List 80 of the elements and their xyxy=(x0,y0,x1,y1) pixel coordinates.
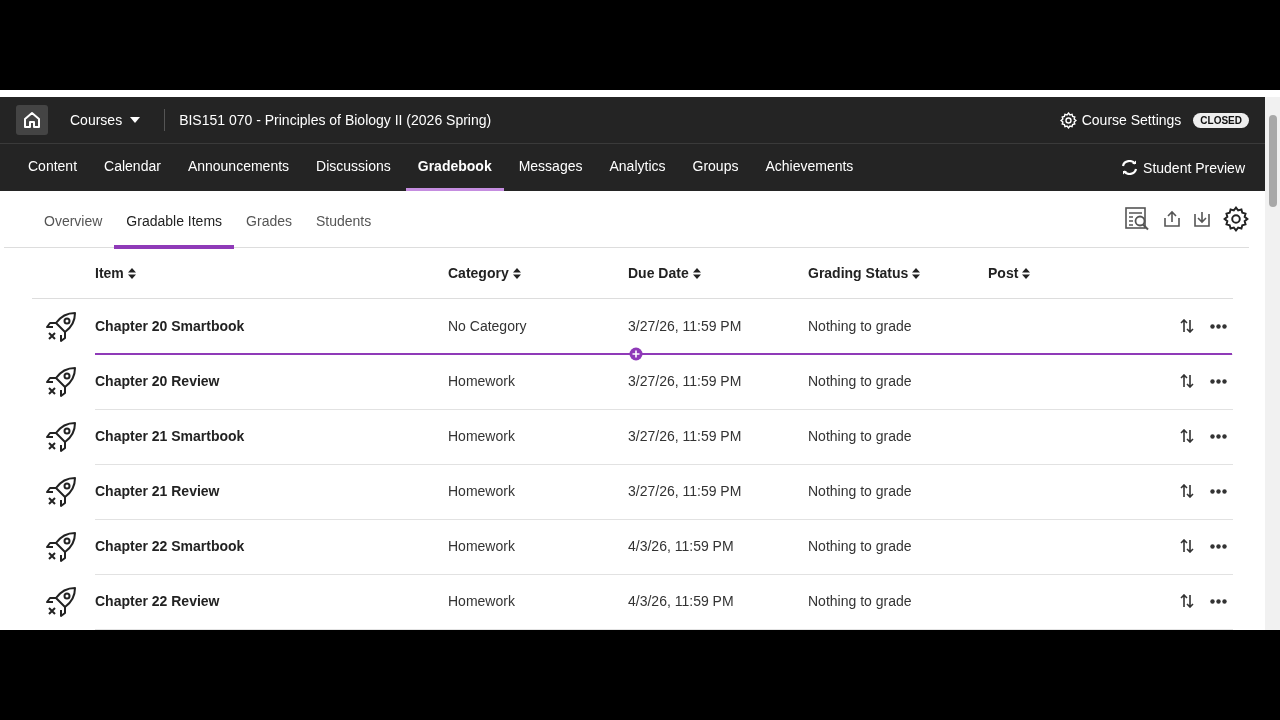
report-search-icon[interactable] xyxy=(1125,207,1151,231)
home-icon xyxy=(23,111,41,129)
column-header[interactable]: Post xyxy=(988,265,1153,281)
due-date-cell: 3/27/26, 11:59 PM xyxy=(628,408,808,465)
due-date-cell: 4/3/26, 11:59 PM xyxy=(628,573,808,630)
reorder-icon[interactable] xyxy=(1180,374,1194,388)
insert-line[interactable] xyxy=(95,347,1232,361)
rocket-icon xyxy=(44,364,78,399)
rocket-icon xyxy=(44,474,78,509)
item-title[interactable]: Chapter 21 Review xyxy=(95,463,448,520)
more-icon[interactable] xyxy=(1210,598,1227,604)
more-icon[interactable] xyxy=(1210,543,1227,549)
nav-tab[interactable]: Content xyxy=(16,144,90,191)
reorder-icon[interactable] xyxy=(1180,484,1194,498)
rocket-icon xyxy=(44,584,78,619)
courses-menu[interactable]: Courses xyxy=(64,111,147,129)
grading-status-cell: Nothing to grade xyxy=(808,518,988,575)
grading-status-cell: Nothing to grade xyxy=(808,353,988,410)
due-date-cell: 4/3/26, 11:59 PM xyxy=(628,518,808,575)
more-icon[interactable] xyxy=(1210,433,1227,439)
category-cell: No Category xyxy=(448,298,628,355)
settings-icon[interactable] xyxy=(1223,206,1249,232)
download-icon[interactable] xyxy=(1193,210,1211,228)
sort-icon xyxy=(127,267,136,279)
rocket-icon xyxy=(44,419,78,454)
settings-icon xyxy=(1059,111,1077,129)
reorder-icon[interactable] xyxy=(1180,319,1194,333)
category-cell: Homework xyxy=(448,353,628,410)
due-date-cell: 3/27/26, 11:59 PM xyxy=(628,463,808,520)
more-icon[interactable] xyxy=(1210,323,1227,329)
course-title: BIS151 070 - Principles of Biology II (2026 Spring) xyxy=(179,112,492,128)
nav-tab[interactable]: Messages xyxy=(506,144,595,191)
item-title[interactable]: Chapter 22 Smartbook xyxy=(95,518,448,575)
item-title[interactable]: Chapter 21 Smartbook xyxy=(95,408,448,465)
upload-icon[interactable] xyxy=(1163,210,1181,228)
category-cell: Homework xyxy=(448,518,628,575)
nav-tab[interactable]: Gradebook xyxy=(405,144,504,191)
nav-tab[interactable]: Achievements xyxy=(753,144,866,191)
grading-status-cell: Nothing to grade xyxy=(808,463,988,520)
status-badge: CLOSED xyxy=(1193,112,1249,128)
subtab[interactable]: Students xyxy=(304,191,384,249)
nav-tab[interactable]: Analytics xyxy=(597,144,678,191)
subtab[interactable]: Overview xyxy=(32,191,115,249)
sort-icon xyxy=(912,267,921,279)
home-button[interactable] xyxy=(16,105,48,135)
column-header[interactable]: Item xyxy=(95,265,448,281)
scrollbar[interactable] xyxy=(1265,97,1280,630)
nav-tab[interactable]: Groups xyxy=(680,144,751,191)
rocket-icon xyxy=(44,529,78,564)
reorder-icon[interactable] xyxy=(1180,429,1194,443)
refresh-icon xyxy=(1121,160,1139,175)
grading-status-cell: Nothing to grade xyxy=(808,573,988,630)
caret-icon xyxy=(130,117,141,123)
nav-tab[interactable]: Calendar xyxy=(92,144,173,191)
item-title[interactable]: Chapter 22 Review xyxy=(95,573,448,630)
course-settings-link[interactable]: Course Settings xyxy=(1081,112,1182,128)
column-header[interactable]: Category xyxy=(448,265,628,281)
nav-tab[interactable]: Announcements xyxy=(175,144,302,191)
item-title[interactable]: Chapter 20 Review xyxy=(95,353,448,410)
student-preview-link[interactable]: Student Preview xyxy=(1143,159,1245,176)
subtab[interactable]: Grades xyxy=(234,191,304,249)
grading-status-cell: Nothing to grade xyxy=(808,408,988,465)
category-cell: Homework xyxy=(448,408,628,465)
category-cell: Homework xyxy=(448,573,628,630)
reorder-icon[interactable] xyxy=(1180,539,1194,553)
nav-tab[interactable]: Discussions xyxy=(304,144,403,191)
category-cell: Homework xyxy=(448,463,628,520)
item-title[interactable]: Chapter 20 Smartbook xyxy=(95,298,448,355)
sort-icon xyxy=(512,267,521,279)
reorder-icon[interactable] xyxy=(1180,594,1194,608)
subtab[interactable]: Gradable Items xyxy=(114,191,235,249)
grading-status-cell: Nothing to grade xyxy=(808,298,988,355)
rocket-icon xyxy=(44,309,78,344)
sort-icon xyxy=(692,267,701,279)
more-icon[interactable] xyxy=(1210,378,1227,384)
sort-icon xyxy=(1022,267,1031,279)
column-header[interactable]: Grading Status xyxy=(808,265,988,281)
more-icon[interactable] xyxy=(1210,488,1227,494)
column-header[interactable]: Due Date xyxy=(628,265,808,281)
due-date-cell: 3/27/26, 11:59 PM xyxy=(628,353,808,410)
